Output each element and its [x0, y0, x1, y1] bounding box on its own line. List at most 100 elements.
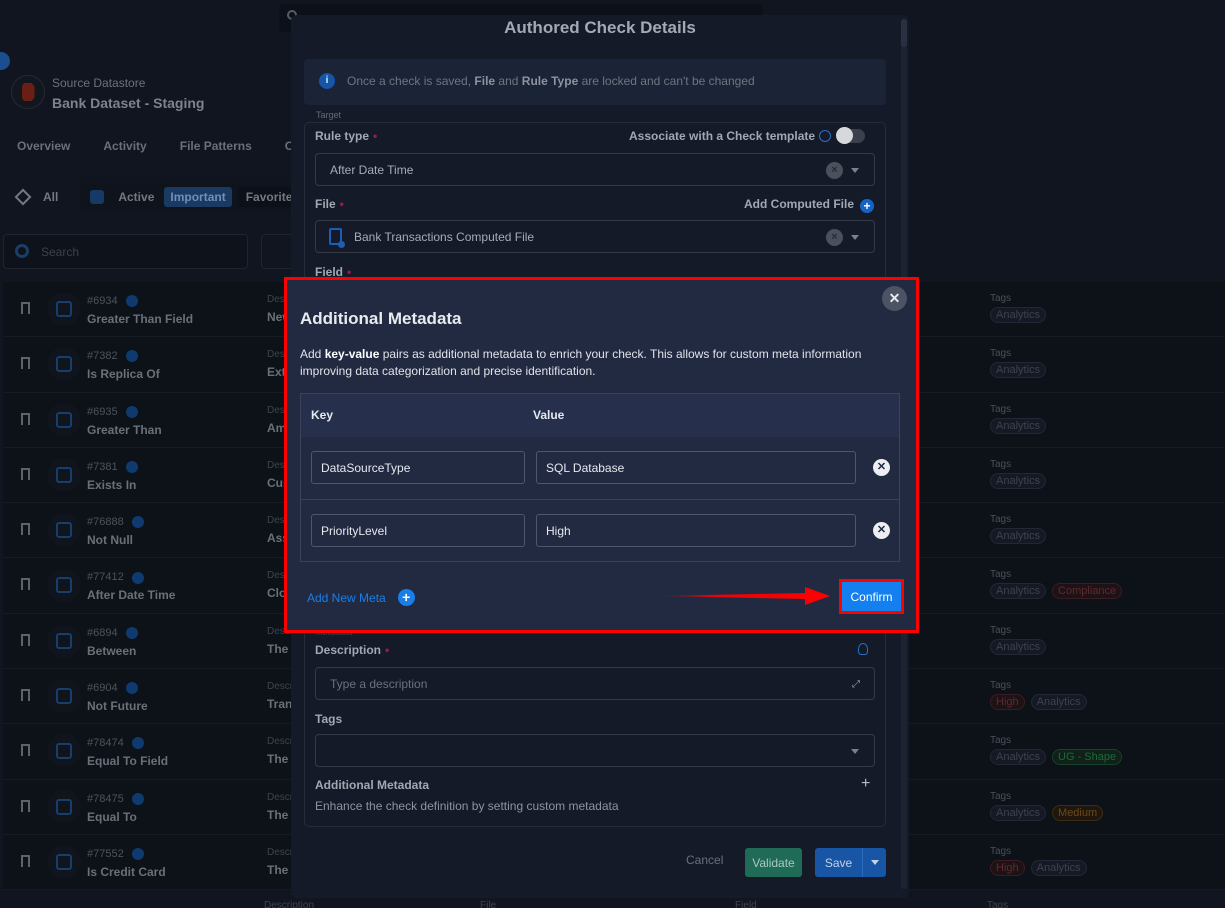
tag-badge: Analytics — [990, 583, 1047, 600]
info-icon[interactable] — [131, 737, 144, 750]
info-icon[interactable] — [125, 295, 138, 308]
tab-overview[interactable]: Overview — [17, 139, 70, 153]
chevron-down-icon[interactable] — [851, 235, 859, 240]
check-id: #78475 — [87, 793, 144, 805]
datastore-tabs: Overview Activity File Patterns Ol — [17, 139, 297, 153]
info-icon[interactable] — [131, 516, 144, 529]
tag-badge: Analytics — [1030, 694, 1087, 711]
save-button[interactable]: Save — [815, 848, 862, 877]
info-icon[interactable] — [131, 848, 144, 861]
rule-type-value: After Date Time — [330, 163, 414, 177]
check-id: #78474 — [87, 737, 144, 750]
info-icon[interactable] — [125, 460, 138, 473]
tags-list: High Analytics — [990, 859, 1087, 876]
bookmark-icon[interactable] — [21, 689, 30, 702]
tag-badge: Analytics — [990, 638, 1047, 655]
bookmark-icon[interactable] — [21, 744, 30, 757]
info-circle-icon[interactable] — [819, 130, 832, 142]
check-type-avatar — [47, 292, 81, 326]
add-computed-file-button[interactable]: Add Computed File + — [744, 197, 874, 213]
check-name: Not Future — [87, 699, 148, 714]
tags-label: Tags — [315, 712, 343, 726]
bookmark-icon[interactable] — [21, 523, 30, 536]
tab-activity[interactable]: Activity — [103, 139, 146, 153]
checks-search-input[interactable]: Search — [3, 234, 248, 269]
check-name: Not Null — [87, 533, 133, 548]
check-name: After Date Time — [87, 588, 176, 603]
check-type-avatar — [47, 347, 81, 382]
page: Source Datastore Bank Dataset - Staging … — [0, 0, 1225, 908]
bookmark-icon[interactable] — [21, 302, 30, 314]
info-icon[interactable] — [125, 626, 138, 639]
bookmark-icon[interactable] — [21, 357, 30, 370]
check-id: #76888 — [87, 516, 144, 529]
annotation-highlight-dialog — [284, 277, 919, 633]
check-name: Is Replica Of — [87, 367, 160, 382]
check-icon — [56, 301, 72, 317]
check-id: #7381 — [87, 461, 138, 473]
associate-template-toggle[interactable] — [836, 127, 865, 144]
cancel-button[interactable]: Cancel — [686, 853, 723, 867]
filter-bar: All Active Important Favorite — [14, 183, 305, 211]
target-legend: Target — [314, 110, 344, 120]
bookmark-icon[interactable] — [21, 467, 30, 480]
filter-important[interactable]: Important — [164, 187, 232, 207]
info-icon[interactable] — [125, 682, 138, 695]
filter-all[interactable]: All — [43, 190, 58, 204]
tags-label: Tags — [990, 680, 1012, 692]
chevron-down-icon[interactable] — [851, 168, 859, 173]
layers-icon — [14, 188, 32, 206]
bookmark-icon[interactable] — [21, 412, 30, 425]
add-metadata-plus-icon[interactable]: + — [861, 775, 870, 793]
bookmark-icon[interactable] — [21, 799, 30, 812]
active-checkbox[interactable] — [90, 190, 105, 204]
info-icon[interactable] — [131, 792, 144, 805]
info-icon[interactable] — [131, 571, 144, 584]
tags-label: Tags — [990, 458, 1012, 470]
file-select[interactable]: Bank Transactions Computed File × — [315, 220, 875, 253]
rule-type-select[interactable]: After Date Time × — [315, 153, 875, 186]
validate-button[interactable]: Validate — [745, 848, 802, 877]
save-options-dropdown[interactable] — [862, 848, 886, 877]
datastore-title: Bank Dataset - Staging — [52, 95, 205, 111]
tag-badge: Analytics — [990, 362, 1047, 379]
file-value: Bank Transactions Computed File — [354, 230, 535, 244]
description-input[interactable]: Type a description ⤢ — [315, 667, 875, 700]
info-icon[interactable] — [125, 350, 138, 363]
tag-badge: Analytics — [990, 417, 1047, 434]
check-icon — [56, 411, 72, 428]
tags-list: Analytics — [990, 417, 1047, 434]
description-label: Description • — [315, 643, 390, 657]
bookmark-icon[interactable] — [21, 578, 30, 591]
check-icon — [56, 356, 72, 373]
tag-badge: Analytics — [1030, 859, 1087, 876]
bookmark-icon[interactable] — [21, 854, 30, 867]
filter-active[interactable]: Active — [118, 190, 154, 204]
check-name: Is Credit Card — [87, 864, 166, 879]
tag-badge: Analytics — [990, 749, 1047, 766]
datastore-logo-icon — [21, 83, 35, 101]
info-icon[interactable] — [125, 405, 138, 418]
check-type-avatar — [47, 457, 81, 492]
confirm-button[interactable]: Confirm — [842, 582, 901, 611]
tag-badge: Analytics — [990, 307, 1047, 323]
clear-icon[interactable]: × — [826, 162, 843, 179]
check-type-avatar — [47, 568, 81, 603]
additional-metadata-description: Enhance the check definition by setting … — [315, 799, 619, 813]
clear-icon[interactable]: × — [826, 229, 843, 246]
sidebar-collapse-button[interactable] — [0, 52, 10, 70]
tags-label: Tags — [990, 293, 1012, 304]
column-label: Field — [735, 900, 757, 908]
check-icon — [56, 853, 72, 870]
lightbulb-icon[interactable] — [858, 643, 868, 655]
tags-select[interactable] — [315, 734, 875, 767]
expand-icon[interactable]: ⤢ — [852, 679, 860, 690]
tab-file-patterns[interactable]: File Patterns — [180, 139, 252, 153]
bookmark-icon[interactable] — [21, 633, 30, 646]
modal-title: Authored Check Details — [504, 18, 696, 37]
check-icon — [56, 577, 72, 594]
check-name: Equal To — [87, 809, 137, 824]
info-banner: i Once a check is saved, File and Rule T… — [304, 59, 886, 105]
chevron-down-icon[interactable] — [851, 749, 859, 754]
info-icon: i — [319, 73, 335, 89]
